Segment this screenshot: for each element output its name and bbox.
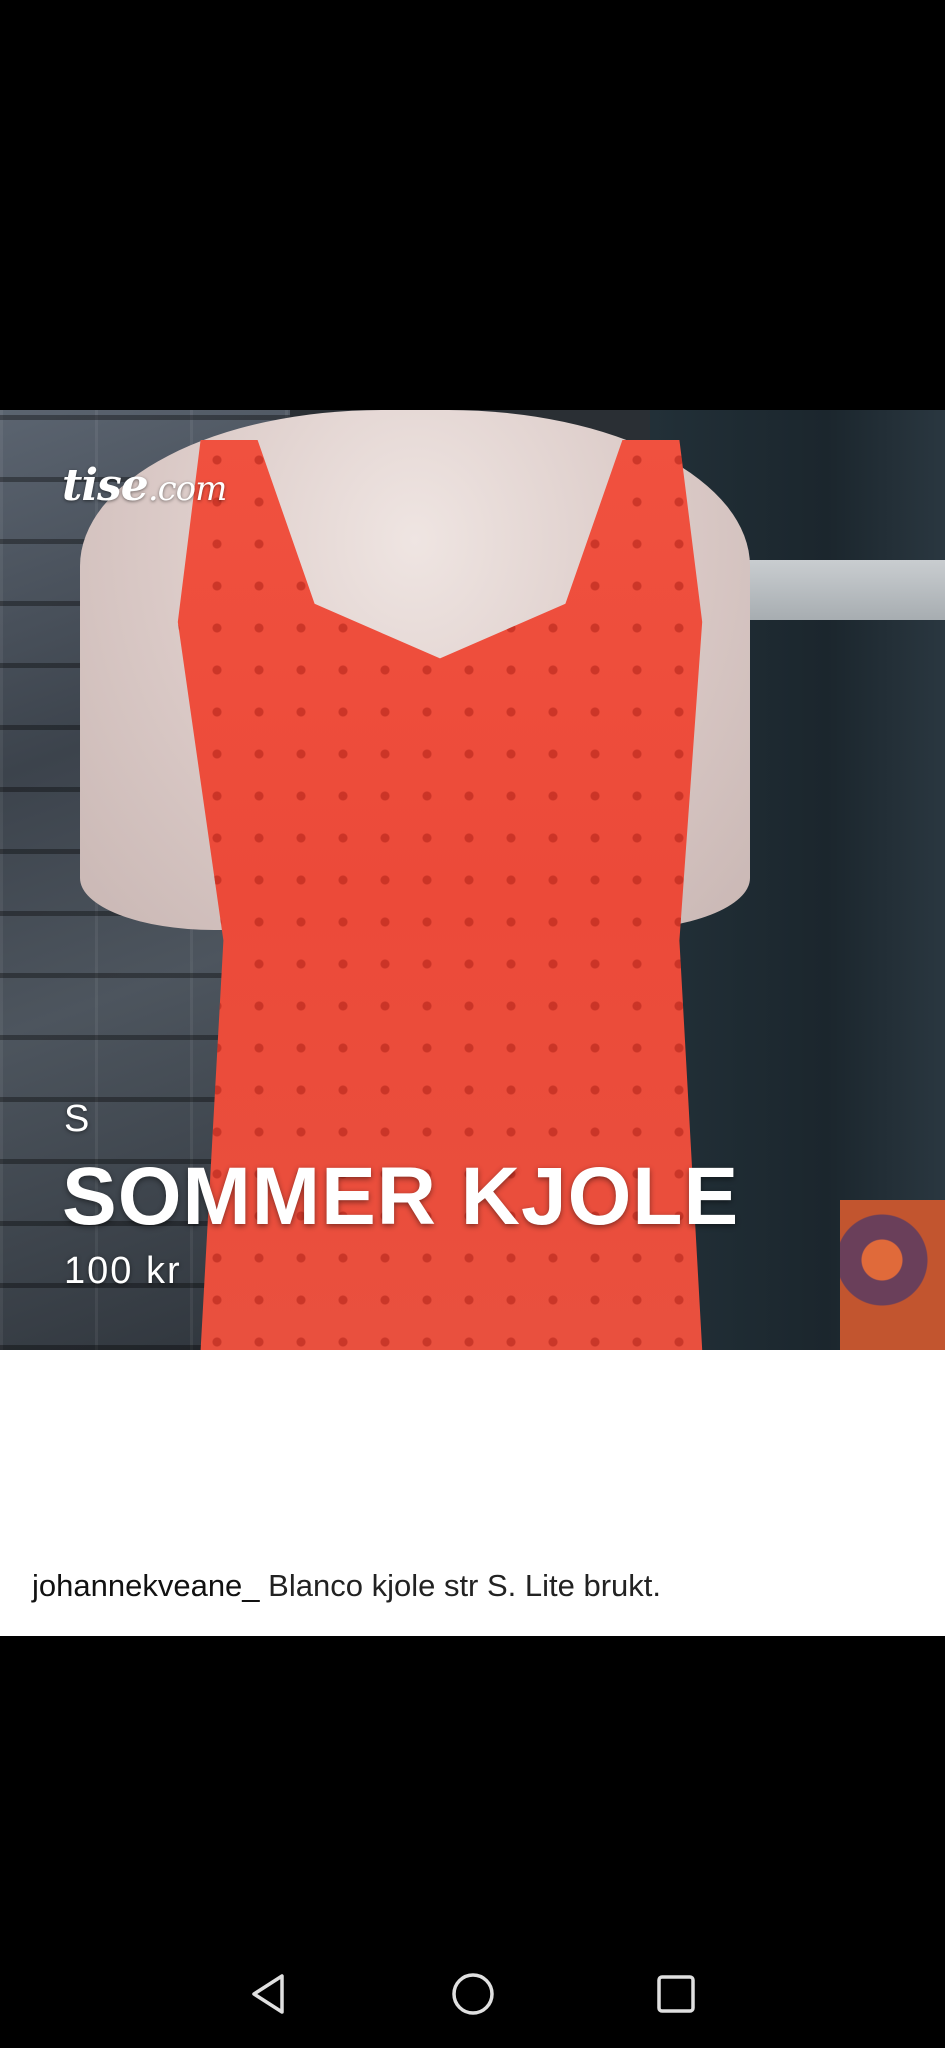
screen: tise.com S SOMMER KJOLE 100 kr johannekv… (0, 0, 945, 2048)
circle-home-icon (451, 1973, 494, 2015)
nav-back-button[interactable] (246, 1970, 294, 2018)
square-recents-icon (656, 1975, 695, 2013)
nav-home-button[interactable] (449, 1970, 497, 2018)
triangle-back-icon (251, 1974, 284, 2014)
caption-username[interactable]: johannekveane_ (32, 1568, 260, 1603)
listing-photo[interactable]: tise.com S SOMMER KJOLE 100 kr (0, 410, 945, 1350)
listing-price: 100 kr (64, 1250, 182, 1292)
tise-logo: tise.com (62, 460, 227, 511)
size-label: S (64, 1098, 90, 1140)
top-black-area (0, 0, 945, 410)
nav-recents-button[interactable] (652, 1970, 700, 2018)
shelf (730, 560, 945, 620)
post-caption: johannekveane_ Blanco kjole str S. Lite … (32, 1568, 661, 1604)
system-navigation-bar (0, 1940, 945, 2048)
fabric-corner (840, 1200, 945, 1350)
caption-area: johannekveane_ Blanco kjole str S. Lite … (0, 1350, 945, 1636)
caption-text: Blanco kjole str S. Lite brukt. (268, 1568, 662, 1603)
listing-title: SOMMER KJOLE (62, 1151, 740, 1242)
